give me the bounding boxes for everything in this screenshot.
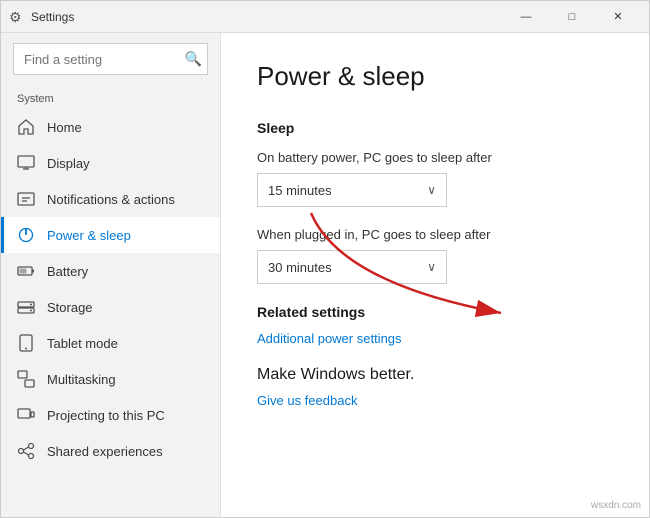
plugged-sleep-value: 30 minutes [268, 260, 332, 275]
notifications-icon [17, 190, 35, 208]
plugged-sleep-arrow: ∨ [427, 260, 436, 274]
battery-sleep-value: 15 minutes [268, 183, 332, 198]
page-title: Power & sleep [257, 61, 613, 92]
plugged-sleep-label: When plugged in, PC goes to sleep after [257, 227, 613, 242]
sidebar-item-home-label: Home [47, 120, 82, 135]
storage-icon [17, 298, 35, 316]
give-feedback-link[interactable]: Give us feedback [257, 393, 357, 408]
minimize-button[interactable]: — [503, 1, 549, 33]
sidebar-item-tablet-label: Tablet mode [47, 336, 118, 351]
battery-sleep-label: On battery power, PC goes to sleep after [257, 150, 613, 165]
battery-icon [17, 262, 35, 280]
battery-sleep-dropdown[interactable]: 15 minutes ∨ [257, 173, 447, 207]
power-icon [17, 226, 35, 244]
maximize-button[interactable]: □ [549, 1, 595, 33]
multitasking-icon [17, 370, 35, 388]
window-title: Settings [31, 10, 503, 24]
display-icon [17, 154, 35, 172]
sidebar: 🔍 System Home [1, 33, 221, 517]
sidebar-item-notifications[interactable]: Notifications & actions [1, 181, 220, 217]
make-better-title: Make Windows better. [257, 366, 613, 384]
battery-sleep-arrow: ∨ [427, 183, 436, 197]
sidebar-item-shared-label: Shared experiences [47, 444, 163, 459]
sleep-section-title: Sleep [257, 120, 613, 136]
projecting-icon [17, 406, 35, 424]
sidebar-item-projecting[interactable]: Projecting to this PC [1, 397, 220, 433]
main-layout: 🔍 System Home [1, 33, 649, 517]
sidebar-item-battery-label: Battery [47, 264, 88, 279]
sidebar-item-power[interactable]: Power & sleep [1, 217, 220, 253]
search-container: 🔍 [13, 43, 208, 75]
tablet-icon [17, 334, 35, 352]
sidebar-item-multitasking-label: Multitasking [47, 372, 116, 387]
sidebar-item-storage[interactable]: Storage [1, 289, 220, 325]
shared-icon [17, 442, 35, 460]
sidebar-item-storage-label: Storage [47, 300, 93, 315]
settings-window-icon: ⚙ [9, 9, 25, 25]
content-area: Power & sleep Sleep On battery power, PC… [221, 33, 649, 517]
additional-power-settings-link[interactable]: Additional power settings [257, 331, 402, 346]
sidebar-item-home[interactable]: Home [1, 109, 220, 145]
sidebar-item-power-label: Power & sleep [47, 228, 131, 243]
sidebar-item-battery[interactable]: Battery [1, 253, 220, 289]
close-button[interactable]: ✕ [595, 1, 641, 33]
sidebar-item-display[interactable]: Display [1, 145, 220, 181]
title-bar: ⚙ Settings — □ ✕ [1, 1, 649, 33]
sidebar-item-notifications-label: Notifications & actions [47, 192, 175, 207]
plugged-sleep-dropdown[interactable]: 30 minutes ∨ [257, 250, 447, 284]
window-controls: — □ ✕ [503, 1, 641, 33]
related-section-title: Related settings [257, 304, 613, 320]
settings-window: ⚙ Settings — □ ✕ 🔍 System [0, 0, 650, 518]
sidebar-item-shared[interactable]: Shared experiences [1, 433, 220, 469]
sidebar-item-tablet[interactable]: Tablet mode [1, 325, 220, 361]
sidebar-item-projecting-label: Projecting to this PC [47, 408, 165, 423]
home-icon [17, 118, 35, 136]
watermark: wsxdn.com [591, 500, 641, 511]
sidebar-item-display-label: Display [47, 156, 90, 171]
sidebar-section-label: System [1, 85, 220, 109]
search-input[interactable] [13, 43, 208, 75]
sidebar-item-multitasking[interactable]: Multitasking [1, 361, 220, 397]
search-icon[interactable]: 🔍 [185, 51, 202, 68]
